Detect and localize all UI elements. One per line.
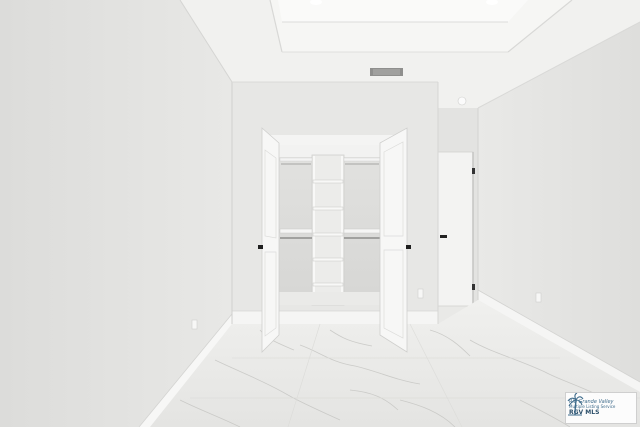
door-knob[interactable] <box>258 245 263 249</box>
mls-watermark: Rio Grande Valley Multiple Listing Servi… <box>565 392 637 424</box>
closet-header-trim <box>270 135 396 145</box>
wall-outlet <box>417 288 424 299</box>
closet-side-shelf <box>279 228 313 234</box>
door-knob[interactable] <box>406 245 411 249</box>
closet-shelf-tower <box>311 154 345 306</box>
closet-side-shelf <box>343 228 381 234</box>
door-hinge <box>472 168 475 174</box>
hallway-door <box>437 151 474 307</box>
palm-tree-logo-icon <box>567 393 584 416</box>
room-drawing <box>0 0 640 427</box>
wall-outlet <box>535 292 542 303</box>
closet-door-left[interactable] <box>261 127 280 353</box>
smoke-detector <box>457 96 467 106</box>
room-photo: Rio Grande Valley Multiple Listing Servi… <box>0 0 640 427</box>
door-handle <box>440 235 447 238</box>
door-hinge <box>472 284 475 290</box>
wall-outlet <box>191 319 198 330</box>
